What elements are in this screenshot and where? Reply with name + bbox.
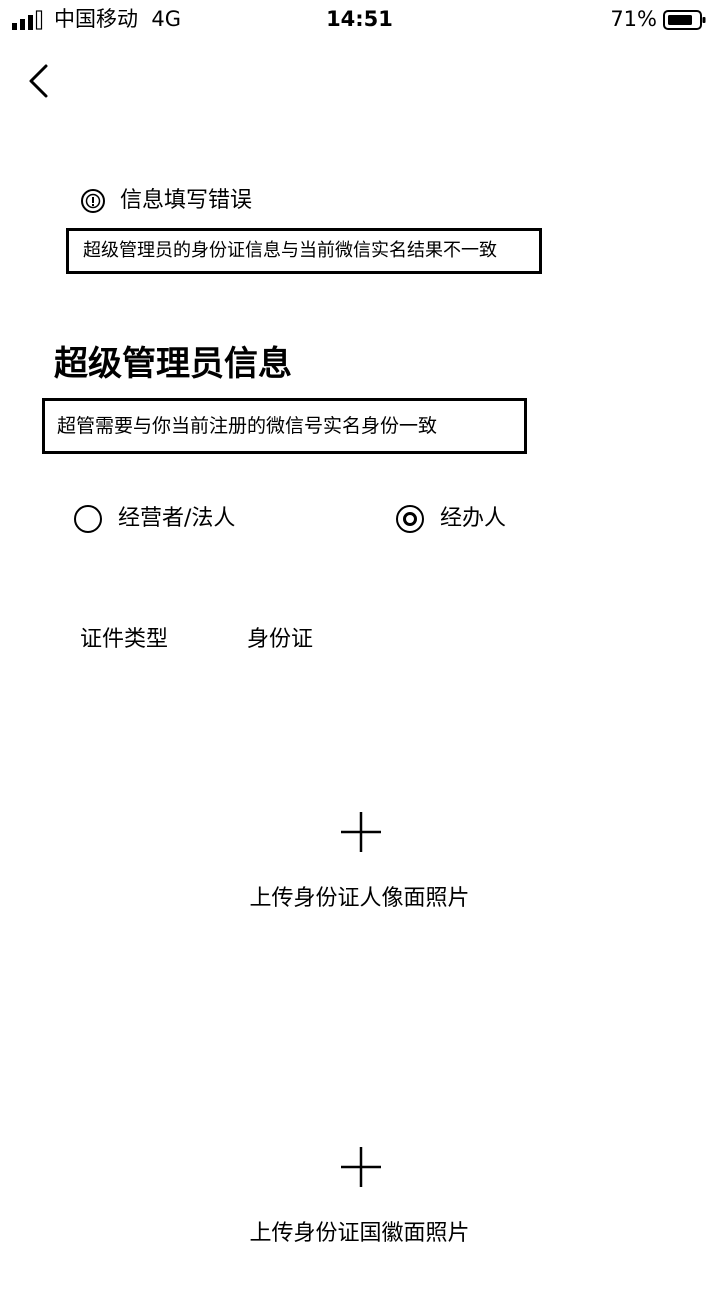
upload-id-portrait[interactable]: 上传身份证人像面照片 — [60, 810, 659, 960]
status-bar: 中国移动 4G 14:51 71% — [0, 0, 719, 40]
id-type-select[interactable]: 身份证 — [247, 624, 313, 656]
plus-icon[interactable] — [339, 1145, 383, 1189]
error-message: 超级管理员的身份证信息与当前微信实名结果不一致 — [66, 228, 542, 274]
upload-label: 上传身份证国徽面照片 — [249, 1221, 470, 1246]
plus-icon[interactable] — [339, 810, 383, 854]
battery-percent: 71% — [610, 7, 657, 31]
radio-checked-icon[interactable] — [396, 505, 424, 533]
radio-handler[interactable]: 经办人 — [396, 501, 506, 537]
section-hint: 超管需要与你当前注册的微信号实名身份一致 — [42, 398, 527, 454]
page-title: 超级管理员信息 — [54, 344, 292, 384]
back-button[interactable] — [26, 62, 52, 100]
battery-icon — [663, 10, 706, 30]
radio-label: 经营者/法人 — [118, 506, 236, 531]
error-title: 信息填写错误 — [120, 188, 253, 213]
radio-label: 经办人 — [440, 506, 507, 531]
upload-label: 上传身份证人像面照片 — [249, 886, 470, 911]
radio-unchecked-icon[interactable] — [74, 505, 102, 533]
radio-operator-legal-person[interactable]: 经营者/法人 — [74, 501, 235, 537]
info-circle-icon — [81, 189, 105, 213]
id-type-label: 证件类型 — [80, 627, 169, 652]
upload-id-emblem[interactable]: 上传身份证国徽面照片 — [60, 1145, 659, 1295]
